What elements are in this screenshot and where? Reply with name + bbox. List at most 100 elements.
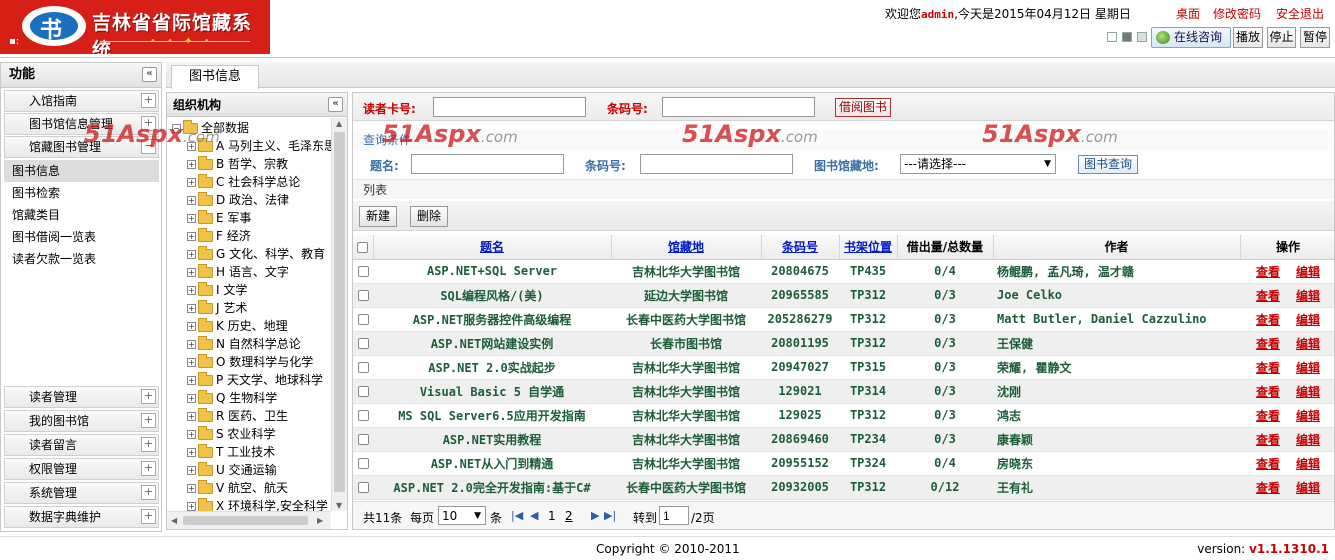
expand-plus-icon[interactable]: + — [141, 437, 156, 452]
tree-node[interactable]: + C 社会科学总论 — [187, 173, 300, 191]
expand-plus-icon[interactable]: + — [141, 509, 156, 524]
per-page-select[interactable]: 10 ▼ — [438, 506, 486, 525]
view-link[interactable]: 查看 — [1256, 361, 1280, 375]
row-select-cell[interactable] — [353, 355, 373, 380]
section-library-info[interactable]: 图书馆信息管理 + — [4, 113, 159, 135]
col-shelf[interactable]: 书架位置 — [839, 235, 898, 260]
new-button[interactable]: 新建 — [359, 206, 397, 227]
tree-expand-icon[interactable]: + — [187, 358, 196, 367]
nav-collection-category[interactable]: 馆藏类目 — [4, 204, 159, 226]
tree-node[interactable]: + U 交通运输 — [187, 461, 277, 479]
tree-node[interactable]: + T 工业技术 — [187, 443, 275, 461]
logout-link[interactable]: 安全退出 — [1276, 5, 1324, 22]
tree-node[interactable]: + E 军事 — [187, 209, 251, 227]
tree-expand-icon[interactable]: + — [187, 142, 196, 151]
tree-node[interactable]: + H 语言、文字 — [187, 263, 289, 281]
row-select-cell[interactable] — [353, 427, 373, 452]
select-all-cell[interactable] — [353, 235, 374, 260]
select-all-checkbox[interactable] — [357, 241, 369, 253]
tree-node[interactable]: + Q 生物科学 — [187, 389, 277, 407]
tree-node[interactable]: + P 天文学、地球科学 — [187, 371, 323, 389]
delete-button[interactable]: 删除 — [410, 206, 448, 227]
tree-expand-icon[interactable]: + — [187, 160, 196, 169]
page-1[interactable]: 1 — [548, 509, 556, 523]
col-library-label[interactable]: 馆藏地 — [668, 240, 704, 254]
tree-expand-icon[interactable]: + — [187, 394, 196, 403]
section-reader-messages[interactable]: 读者留言 + — [4, 434, 159, 456]
table-row[interactable]: Visual Basic 5 自学通 吉林北华大学图书馆 129021 TP314 0/… — [353, 379, 1334, 404]
tree-expand-icon[interactable]: + — [187, 178, 196, 187]
tree-node[interactable]: + V 航空、航天 — [187, 479, 288, 497]
view-link[interactable]: 查看 — [1256, 481, 1280, 495]
edit-link[interactable]: 编辑 — [1296, 409, 1320, 423]
row-select-cell[interactable] — [353, 283, 373, 308]
tree-expand-icon[interactable]: + — [187, 340, 196, 349]
play-button[interactable]: 播放 — [1233, 27, 1263, 48]
edit-link[interactable]: 编辑 — [1296, 385, 1320, 399]
table-row[interactable]: ASP.NET服务器控件高级编程 长春中医药大学图书馆 205286279 TP312… — [353, 307, 1334, 332]
col-shelf-label[interactable]: 书架位置 — [844, 240, 892, 254]
nav-reader-debt-list[interactable]: 读者欠款一览表 — [4, 248, 159, 270]
edit-link[interactable]: 编辑 — [1296, 337, 1320, 351]
tree-node[interactable]: + O 数理科学与化学 — [187, 353, 313, 371]
edit-link[interactable]: 编辑 — [1296, 265, 1320, 279]
scroll-left-icon[interactable]: ◀ — [171, 516, 177, 525]
table-row[interactable]: ASP.NET+SQL Server 吉林北华大学图书馆 20804675 TP435… — [353, 259, 1334, 284]
tree-expand-icon[interactable]: + — [187, 430, 196, 439]
section-permission-management[interactable]: 权限管理 + — [4, 458, 159, 480]
last-page-icon[interactable]: ▶| — [604, 509, 616, 522]
col-barcode-label[interactable]: 条码号 — [782, 240, 818, 254]
section-reader-management[interactable]: 读者管理 + — [4, 386, 159, 408]
row-checkbox[interactable] — [357, 482, 369, 493]
section-collection-books[interactable]: 馆藏图书管理 − — [4, 136, 159, 158]
scroll-right-icon[interactable]: ▶ — [317, 516, 323, 525]
table-row[interactable]: SQL编程风格/(美) 延边大学图书馆 20965585 TP312 0/3 Joe Ce… — [353, 283, 1334, 308]
scroll-down-icon[interactable]: ▼ — [336, 501, 342, 510]
table-row[interactable]: ASP.NET 2.0完全开发指南:基于C# 长春中医药大学图书馆 20932005… — [353, 475, 1334, 500]
expand-plus-icon[interactable]: + — [141, 413, 156, 428]
nav-book-info[interactable]: 图书信息 — [4, 160, 159, 182]
expand-plus-icon[interactable]: + — [141, 93, 156, 108]
reader-card-input[interactable] — [433, 97, 586, 117]
table-row[interactable]: ASP.NET网站建设实例 长春市图书馆 20801195 TP312 0/3 王保健 查看… — [353, 331, 1334, 356]
col-library[interactable]: 馆藏地 — [611, 235, 762, 260]
expand-plus-icon[interactable]: + — [141, 461, 156, 476]
tree-expand-icon[interactable]: + — [187, 232, 196, 241]
skin-white-toggle[interactable] — [1107, 32, 1117, 42]
first-page-icon[interactable]: |◀ — [511, 509, 523, 522]
scroll-up-icon[interactable]: ▲ — [336, 119, 342, 128]
tree-expand-icon[interactable]: + — [187, 322, 196, 331]
tree-expand-icon[interactable]: + — [187, 376, 196, 385]
tree-node[interactable]: + G 文化、科学、教育 — [187, 245, 325, 263]
tree-node[interactable]: + B 哲学、宗教 — [187, 155, 288, 173]
prev-page-icon[interactable]: ◀ — [530, 509, 538, 522]
org-horizontal-scrollbar[interactable]: ◀ ▶ — [167, 511, 331, 529]
view-link[interactable]: 查看 — [1256, 385, 1280, 399]
collapse-org-panel-button[interactable]: « — [328, 97, 343, 112]
section-guide[interactable]: 入馆指南 + — [4, 90, 159, 112]
edit-link[interactable]: 编辑 — [1296, 481, 1320, 495]
tree-collapse-icon[interactable]: − — [172, 124, 181, 133]
tab-book-info[interactable]: 图书信息 — [171, 65, 259, 89]
row-checkbox[interactable] — [357, 410, 369, 421]
view-link[interactable]: 查看 — [1256, 409, 1280, 423]
collapse-function-panel-button[interactable]: « — [142, 67, 157, 82]
edit-link[interactable]: 编辑 — [1296, 361, 1320, 375]
view-link[interactable]: 查看 — [1256, 337, 1280, 351]
org-vertical-scrollbar[interactable]: ▲ ▼ — [331, 118, 347, 511]
book-query-button[interactable]: 图书查询 — [1078, 155, 1138, 174]
tree-expand-icon[interactable]: + — [187, 304, 196, 313]
scroll-thumb[interactable] — [183, 516, 308, 525]
row-checkbox[interactable] — [357, 290, 369, 301]
tree-root[interactable]: − 全部数据 — [172, 119, 249, 137]
view-link[interactable]: 查看 — [1256, 265, 1280, 279]
view-link[interactable]: 查看 — [1256, 313, 1280, 327]
row-checkbox[interactable] — [357, 434, 369, 445]
nav-borrow-list[interactable]: 图书借阅一览表 — [4, 226, 159, 248]
borrow-barcode-input[interactable] — [662, 97, 815, 117]
tree-node[interactable]: + D 政治、法律 — [187, 191, 289, 209]
section-my-library[interactable]: 我的图书馆 + — [4, 410, 159, 432]
skin-gray-toggle[interactable] — [1122, 32, 1132, 42]
title-input[interactable] — [411, 154, 564, 174]
row-checkbox[interactable] — [357, 314, 369, 325]
